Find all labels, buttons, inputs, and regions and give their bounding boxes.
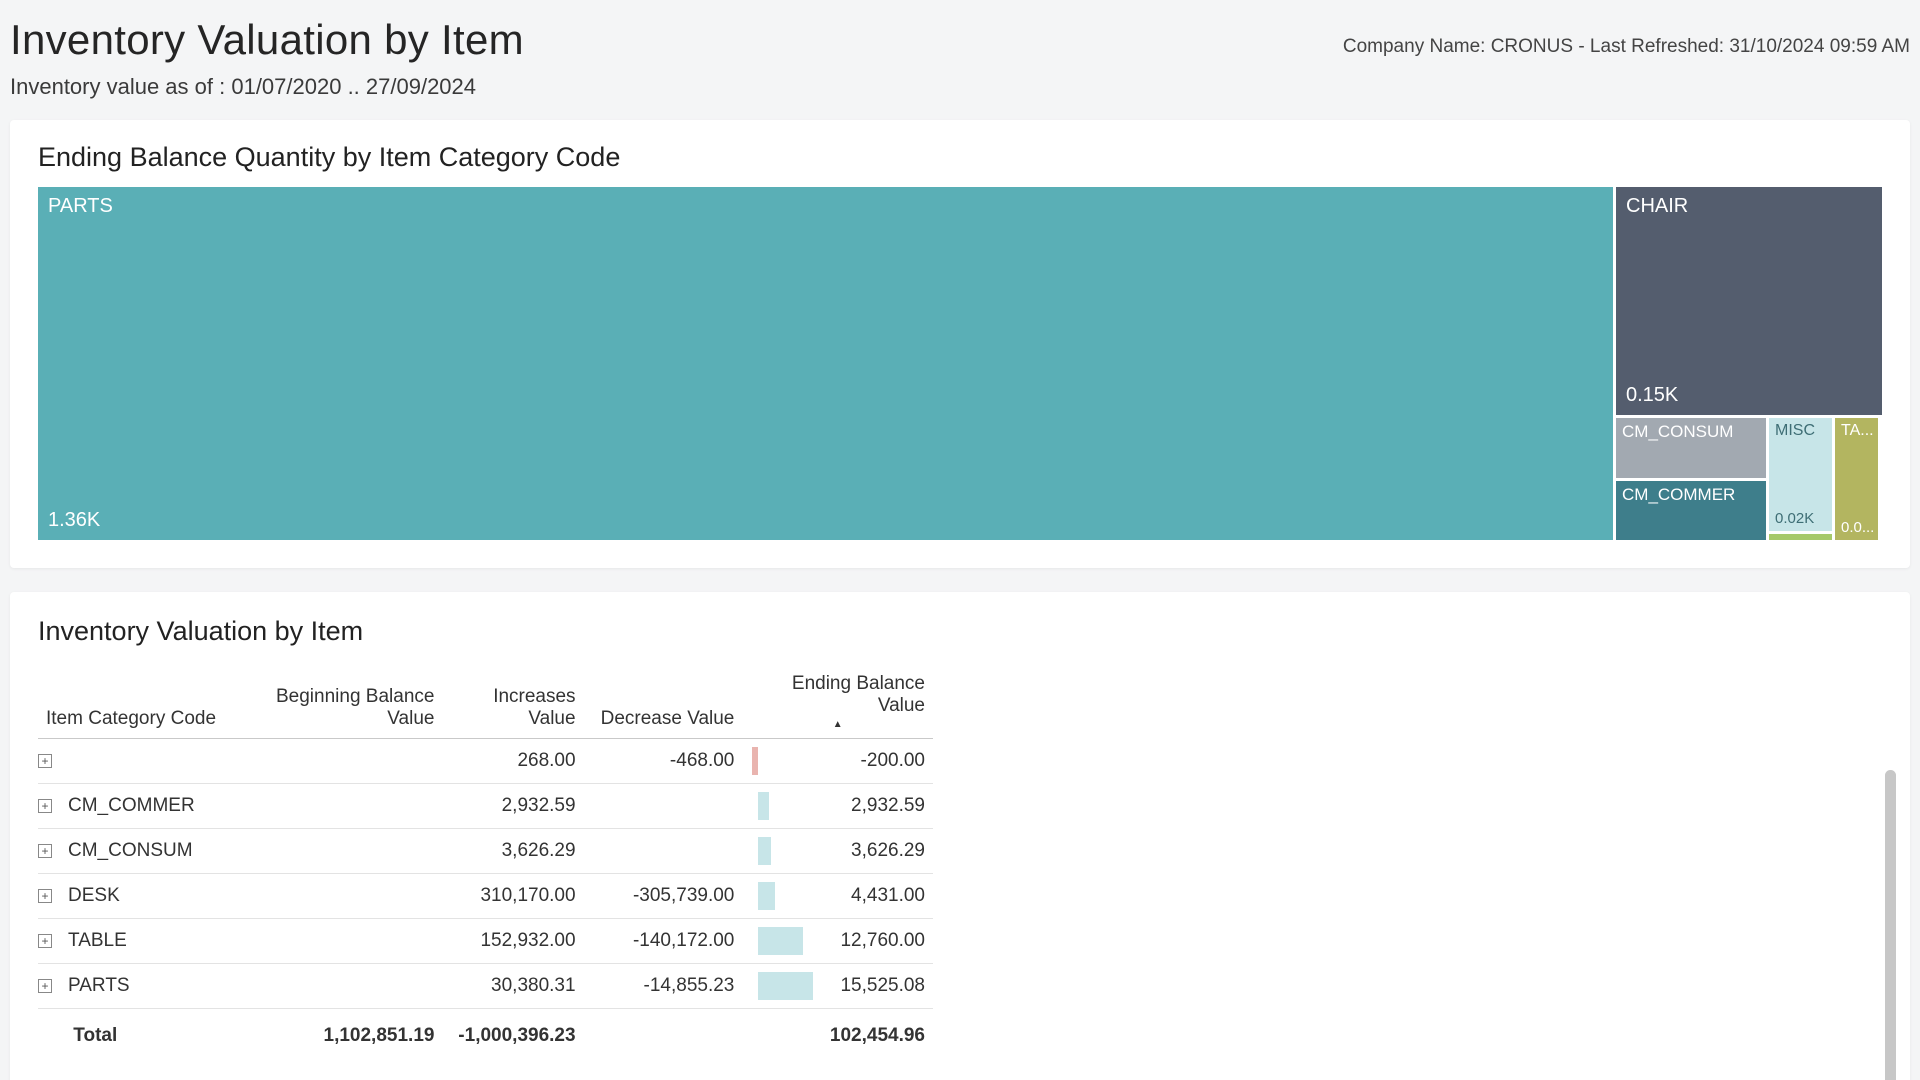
cell-increases: 2,932.59 — [442, 784, 583, 829]
treemap-title: Ending Balance Quantity by Item Category… — [38, 142, 1882, 173]
expand-icon[interactable]: + — [38, 844, 52, 858]
treemap-tile-misc[interactable]: MISC 0.02K — [1769, 418, 1832, 531]
table-row[interactable]: +PARTS 30,380.31-14,855.2315,525.08 — [38, 964, 933, 1009]
cell-ending: 4,431.00 — [742, 874, 933, 919]
expand-icon[interactable]: + — [38, 799, 52, 813]
treemap-chart[interactable]: PARTS 1.36K CHAIR 0.15K CM_CONSUM CM_COM… — [38, 187, 1882, 540]
col-header-decrease[interactable]: Decrease Value — [584, 661, 743, 739]
cell-beginning — [231, 874, 443, 919]
treemap-tile-label: CM_CONSUM — [1622, 422, 1733, 442]
table-row[interactable]: +DESK 310,170.00-305,739.004,431.00 — [38, 874, 933, 919]
cell-beginning — [231, 784, 443, 829]
cell-category: +CM_CONSUM — [38, 829, 231, 874]
expand-icon[interactable]: + — [38, 979, 52, 993]
col-header-ending[interactable]: Ending Balance Value ▲ — [742, 661, 933, 739]
treemap-card: Ending Balance Quantity by Item Category… — [10, 120, 1910, 568]
treemap-tile-parts[interactable]: PARTS 1.36K — [38, 187, 1613, 540]
table-header-row: Item Category Code Beginning Balance Val… — [38, 661, 933, 739]
treemap-tile-label: TA... — [1841, 422, 1874, 440]
page-title: Inventory Valuation by Item — [10, 16, 524, 64]
treemap-tile-cm-commer[interactable]: CM_COMMER — [1616, 481, 1766, 541]
company-refresh-meta: Company Name: CRONUS - Last Refreshed: 3… — [1343, 36, 1910, 58]
col-header-category[interactable]: Item Category Code — [38, 661, 231, 739]
total-ending: 102,454.96 — [742, 1009, 933, 1058]
expand-icon[interactable]: + — [38, 889, 52, 903]
scrollbar-thumb[interactable] — [1885, 770, 1896, 1080]
page-subtitle: Inventory value as of : 01/07/2020 .. 27… — [10, 74, 524, 100]
table-row[interactable]: +268.00-468.00-200.00 — [38, 739, 933, 784]
table-row[interactable]: +CM_COMMER 2,932.59 2,932.59 — [38, 784, 933, 829]
cell-increases: 310,170.00 — [442, 874, 583, 919]
cell-category: +CM_COMMER — [38, 784, 231, 829]
cell-decrease: -468.00 — [584, 739, 743, 784]
treemap-tile-value: 0.0... — [1841, 519, 1874, 536]
total-increases: -1,000,396.23 — [442, 1009, 583, 1058]
treemap-tile-label: CM_COMMER — [1622, 485, 1735, 505]
treemap-tile-sliver[interactable] — [1769, 534, 1832, 540]
total-decrease — [584, 1009, 743, 1058]
cell-ending: 12,760.00 — [742, 919, 933, 964]
treemap-tile-value: 0.15K — [1626, 384, 1678, 407]
cell-category: + — [38, 739, 231, 784]
cell-decrease — [584, 829, 743, 874]
valuation-table: Item Category Code Beginning Balance Val… — [38, 661, 933, 1057]
cell-ending: 3,626.29 — [742, 829, 933, 874]
cell-ending: -200.00 — [742, 739, 933, 784]
table-title: Inventory Valuation by Item — [38, 616, 1882, 647]
treemap-tile-label: PARTS — [48, 195, 113, 218]
cell-ending: 2,932.59 — [742, 784, 933, 829]
cell-increases: 30,380.31 — [442, 964, 583, 1009]
cell-ending: 15,525.08 — [742, 964, 933, 1009]
cell-increases: 152,932.00 — [442, 919, 583, 964]
cell-beginning — [231, 829, 443, 874]
table-total-row: Total 1,102,851.19 -1,000,396.23 102,454… — [38, 1009, 933, 1058]
treemap-tile-cm-consum[interactable]: CM_CONSUM — [1616, 418, 1766, 478]
treemap-tile-chair[interactable]: CHAIR 0.15K — [1616, 187, 1882, 415]
cell-category: +DESK — [38, 874, 231, 919]
expand-icon[interactable]: + — [38, 754, 52, 768]
cell-category: +PARTS — [38, 964, 231, 1009]
total-label: Total — [38, 1009, 231, 1058]
treemap-tile-value: 1.36K — [48, 509, 100, 532]
cell-decrease: -140,172.00 — [584, 919, 743, 964]
col-header-increases[interactable]: Increases Value — [442, 661, 583, 739]
cell-category: +TABLE — [38, 919, 231, 964]
valuation-table-card: Inventory Valuation by Item Item Categor… — [10, 592, 1910, 1080]
cell-increases: 3,626.29 — [442, 829, 583, 874]
expand-icon[interactable]: + — [38, 934, 52, 948]
cell-decrease: -305,739.00 — [584, 874, 743, 919]
cell-decrease — [584, 784, 743, 829]
treemap-tile-table[interactable]: TA... 0.0... — [1835, 418, 1878, 540]
treemap-tile-label: MISC — [1775, 422, 1815, 440]
cell-increases: 268.00 — [442, 739, 583, 784]
sort-asc-icon: ▲ — [750, 719, 925, 730]
table-row[interactable]: +CM_CONSUM 3,626.29 3,626.29 — [38, 829, 933, 874]
treemap-tile-value: 0.02K — [1775, 510, 1814, 527]
cell-decrease: -14,855.23 — [584, 964, 743, 1009]
cell-beginning — [231, 964, 443, 1009]
vertical-scrollbar[interactable] — [1885, 770, 1896, 1080]
total-beginning: 1,102,851.19 — [231, 1009, 443, 1058]
cell-beginning — [231, 919, 443, 964]
treemap-tile-label: CHAIR — [1626, 195, 1688, 218]
col-header-beginning[interactable]: Beginning Balance Value — [231, 661, 443, 739]
cell-beginning — [231, 739, 443, 784]
table-row[interactable]: +TABLE 152,932.00-140,172.0012,760.00 — [38, 919, 933, 964]
